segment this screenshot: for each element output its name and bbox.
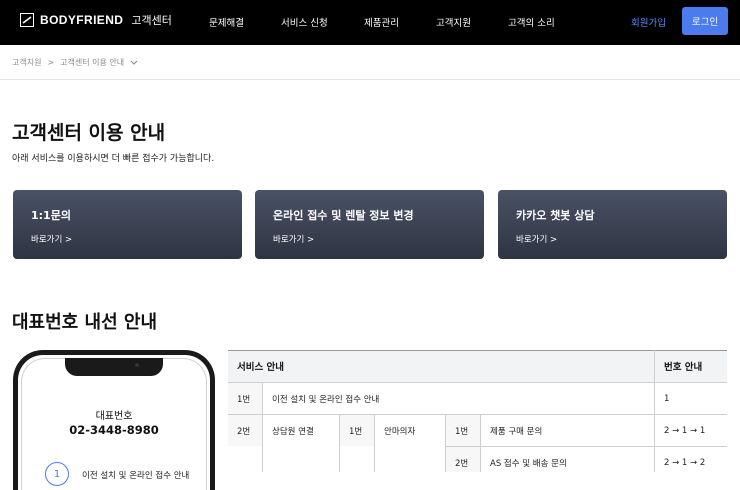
breadcrumb: 고객지원 > 고객센터 이용 안내	[12, 57, 138, 68]
card-one-to-one-inquiry[interactable]: 1:1문의 바로가기 >	[13, 190, 242, 259]
table-cell-no: 2번	[228, 415, 262, 446]
chevron-down-icon[interactable]	[130, 60, 138, 66]
phone-number: 02-3448-8980	[69, 423, 159, 437]
table-divider	[446, 446, 727, 447]
table-divider	[339, 414, 340, 472]
table-divider	[262, 382, 263, 472]
table-divider	[654, 350, 655, 472]
table-divider	[480, 414, 481, 472]
table-cell-no: 1번	[228, 383, 262, 414]
main-nav: 문제해결 서비스 신청 제품관리 고객지원 고객의 소리	[0, 0, 740, 45]
page-description: 아래 서비스를 이용하시면 더 빠른 접수가 가능합니다.	[12, 154, 215, 164]
step-text: 이전 설치 및 온라인 접수 안내	[82, 471, 190, 481]
card-link[interactable]: 바로가기 >	[31, 233, 72, 245]
table-header-service: 서비스 안내	[228, 350, 654, 382]
breadcrumb-current[interactable]: 고객센터 이용 안내	[60, 57, 124, 68]
nav-item-product-management[interactable]: 제품관리	[364, 15, 399, 29]
card-title: 카카오 챗봇 상담	[516, 209, 595, 222]
breadcrumb-divider	[0, 79, 740, 80]
table-cell-item-number: 2 → 1 → 2	[664, 457, 706, 468]
table-cell-number: 1	[664, 393, 670, 404]
nav-item-customer-support[interactable]: 고객지원	[436, 15, 471, 29]
table-cell-sub-desc: 안마의자	[384, 426, 416, 437]
table-cell-desc: 이전 설치 및 온라인 접수 안내	[272, 394, 380, 405]
phone-screen: 대표번호 02-3448-8980 1 이전 설치 및 온라인 접수 안내	[21, 358, 207, 490]
card-title: 온라인 접수 및 렌탈 정보 변경	[273, 209, 414, 222]
table-divider	[228, 414, 727, 415]
table-cell-item-no: 2번	[446, 447, 480, 472]
table-divider	[445, 414, 446, 472]
card-title: 1:1문의	[31, 209, 71, 222]
nav-item-voice-of-customer[interactable]: 고객의 소리	[508, 15, 555, 29]
table-cell-item-desc: AS 접수 및 배송 문의	[490, 458, 567, 469]
table-divider	[374, 414, 375, 472]
breadcrumb-separator: >	[47, 58, 55, 67]
table-cell-desc: 상담원 연결	[272, 426, 314, 437]
table-cell-item-no: 1번	[446, 415, 480, 446]
nav-item-troubleshoot[interactable]: 문제해결	[209, 15, 244, 29]
table-cell-item-number: 2 → 1 → 1	[664, 425, 706, 436]
card-kakao-chatbot[interactable]: 카카오 챗봇 상담 바로가기 >	[498, 190, 727, 259]
extension-table: 서비스 안내 번호 안내 1번 이전 설치 및 온라인 접수 안내 1 2번 상…	[228, 350, 727, 472]
phone-illustration: 대표번호 02-3448-8980 1 이전 설치 및 온라인 접수 안내	[13, 350, 215, 490]
card-link[interactable]: 바로가기 >	[273, 233, 314, 245]
breadcrumb-root[interactable]: 고객지원	[12, 57, 41, 68]
phone-label: 대표번호	[95, 411, 133, 422]
signup-link[interactable]: 회원가입	[631, 15, 666, 29]
table-divider	[228, 382, 727, 383]
table-cell-item-desc: 제품 구매 문의	[490, 426, 543, 437]
card-online-request-rental[interactable]: 온라인 접수 및 렌탈 정보 변경 바로가기 >	[255, 190, 484, 259]
login-button[interactable]: 로그인	[682, 7, 728, 35]
page-title: 고객센터 이용 안내	[12, 122, 166, 144]
phone-notch	[65, 358, 163, 376]
section-title-extension: 대표번호 내선 안내	[12, 312, 158, 333]
step-number-badge: 1	[45, 462, 69, 486]
nav-item-service-request[interactable]: 서비스 신청	[281, 15, 328, 29]
camera-dot	[135, 363, 139, 367]
top-header: BODYFRIEND 고객센터 문제해결 서비스 신청 제품관리 고객지원 고객…	[0, 0, 740, 45]
table-cell-sub-no: 1번	[340, 415, 374, 446]
card-link[interactable]: 바로가기 >	[516, 233, 557, 245]
table-header-number: 번호 안내	[655, 350, 727, 382]
table-border-top	[228, 350, 727, 351]
